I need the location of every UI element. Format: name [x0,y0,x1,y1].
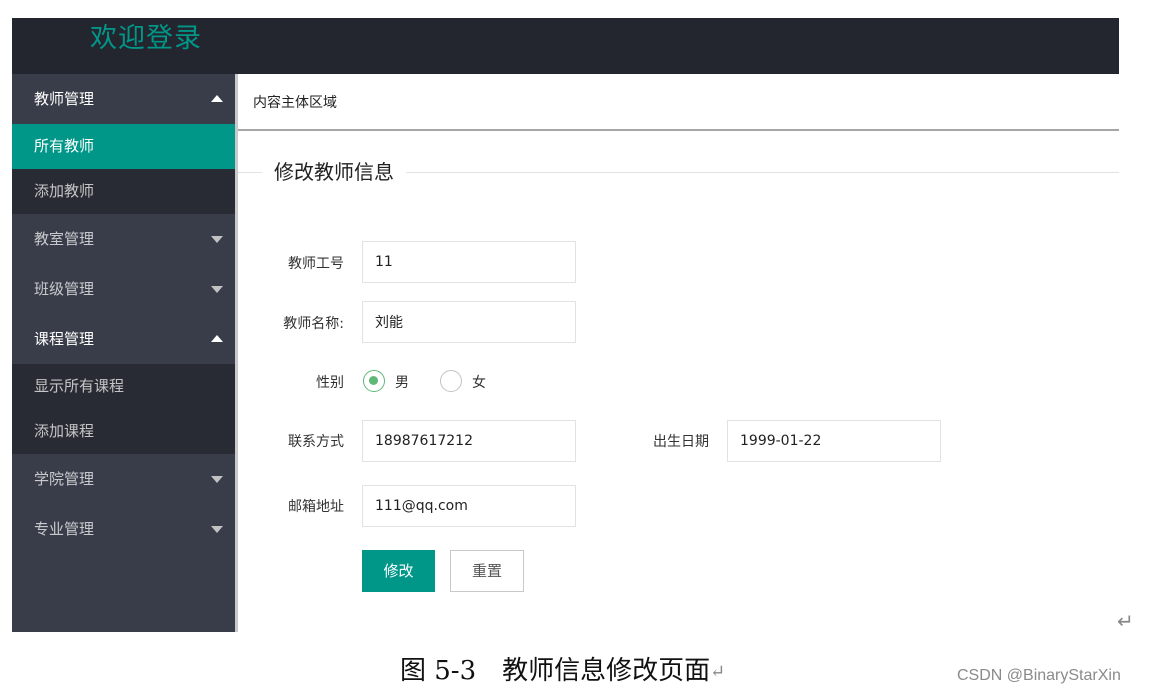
email-label: 邮箱地址 [288,499,344,515]
sidebar-group-classroom[interactable]: 教室管理 [12,214,235,264]
sidebar-group-label: 课程管理 [34,330,95,348]
caret-up-icon [211,335,223,342]
sidebar-item-all-teachers[interactable]: 所有教师 [12,124,235,169]
content-header-title: 内容主体区域 [253,95,337,111]
content-header: 内容主体区域 [238,74,1119,131]
return-arrow-icon: ↵ [1117,609,1134,633]
gender-male-label: 男 [395,375,409,391]
sidebar-group-label: 专业管理 [34,520,95,538]
gender-male-radio[interactable] [363,370,385,392]
submit-button[interactable]: 修改 [362,550,435,592]
sidebar-group-teacher[interactable]: 教师管理 [12,74,235,124]
birth-date-input[interactable] [727,420,941,462]
form-legend: 修改教师信息 [262,158,406,186]
figure-caption-text: 图 5-3 教师信息修改页面 [400,656,711,686]
teacher-id-label: 教师工号 [288,256,344,272]
figure-caption: 图 5-3 教师信息修改页面↵ [400,650,725,687]
watermark: CSDN @BinaryStarXin [957,667,1121,684]
sidebar-group-major[interactable]: 专业管理 [12,504,235,554]
email-input[interactable] [362,485,576,527]
teacher-name-input[interactable] [362,301,576,343]
reset-button[interactable]: 重置 [450,550,524,592]
sidebar-item-add-course[interactable]: 添加课程 [12,409,235,454]
teacher-id-input[interactable] [362,241,576,283]
sidebar-group-label: 学院管理 [34,470,95,488]
caret-down-icon [211,476,223,483]
sidebar-group-label: 教师管理 [34,90,95,108]
sidebar-group-college[interactable]: 学院管理 [12,454,235,504]
sidebar-nav: 教师管理 所有教师 添加教师 教室管理 班级管理 课程管理 显示所有课程 添加课… [12,74,235,632]
phone-input[interactable] [362,420,576,462]
sidebar-group-class[interactable]: 班级管理 [12,264,235,314]
app-window: 欢迎登录 教师管理 所有教师 添加教师 教室管理 班级管理 课程管理 显示所有课… [12,18,1119,632]
sidebar-group-label: 班级管理 [34,280,95,298]
sidebar-group-course[interactable]: 课程管理 [12,314,235,364]
teacher-name-label: 教师名称: [283,316,344,332]
caret-down-icon [211,526,223,533]
gender-female-radio[interactable] [440,370,462,392]
return-arrow-icon: ↵ [710,661,726,683]
sidebar-group-label: 教室管理 [34,230,95,248]
sidebar-divider [235,74,238,632]
caret-down-icon [211,286,223,293]
phone-label: 联系方式 [288,434,344,450]
sidebar-item-all-courses[interactable]: 显示所有课程 [12,364,235,409]
caret-down-icon [211,236,223,243]
sidebar-item-add-teacher[interactable]: 添加教师 [12,169,235,214]
app-title: 欢迎登录 [90,23,202,54]
gender-female-label: 女 [472,375,486,391]
top-header: 欢迎登录 [12,18,1119,74]
gender-label: 性别 [316,375,344,391]
birth-date-label: 出生日期 [653,434,709,450]
caret-up-icon [211,95,223,102]
